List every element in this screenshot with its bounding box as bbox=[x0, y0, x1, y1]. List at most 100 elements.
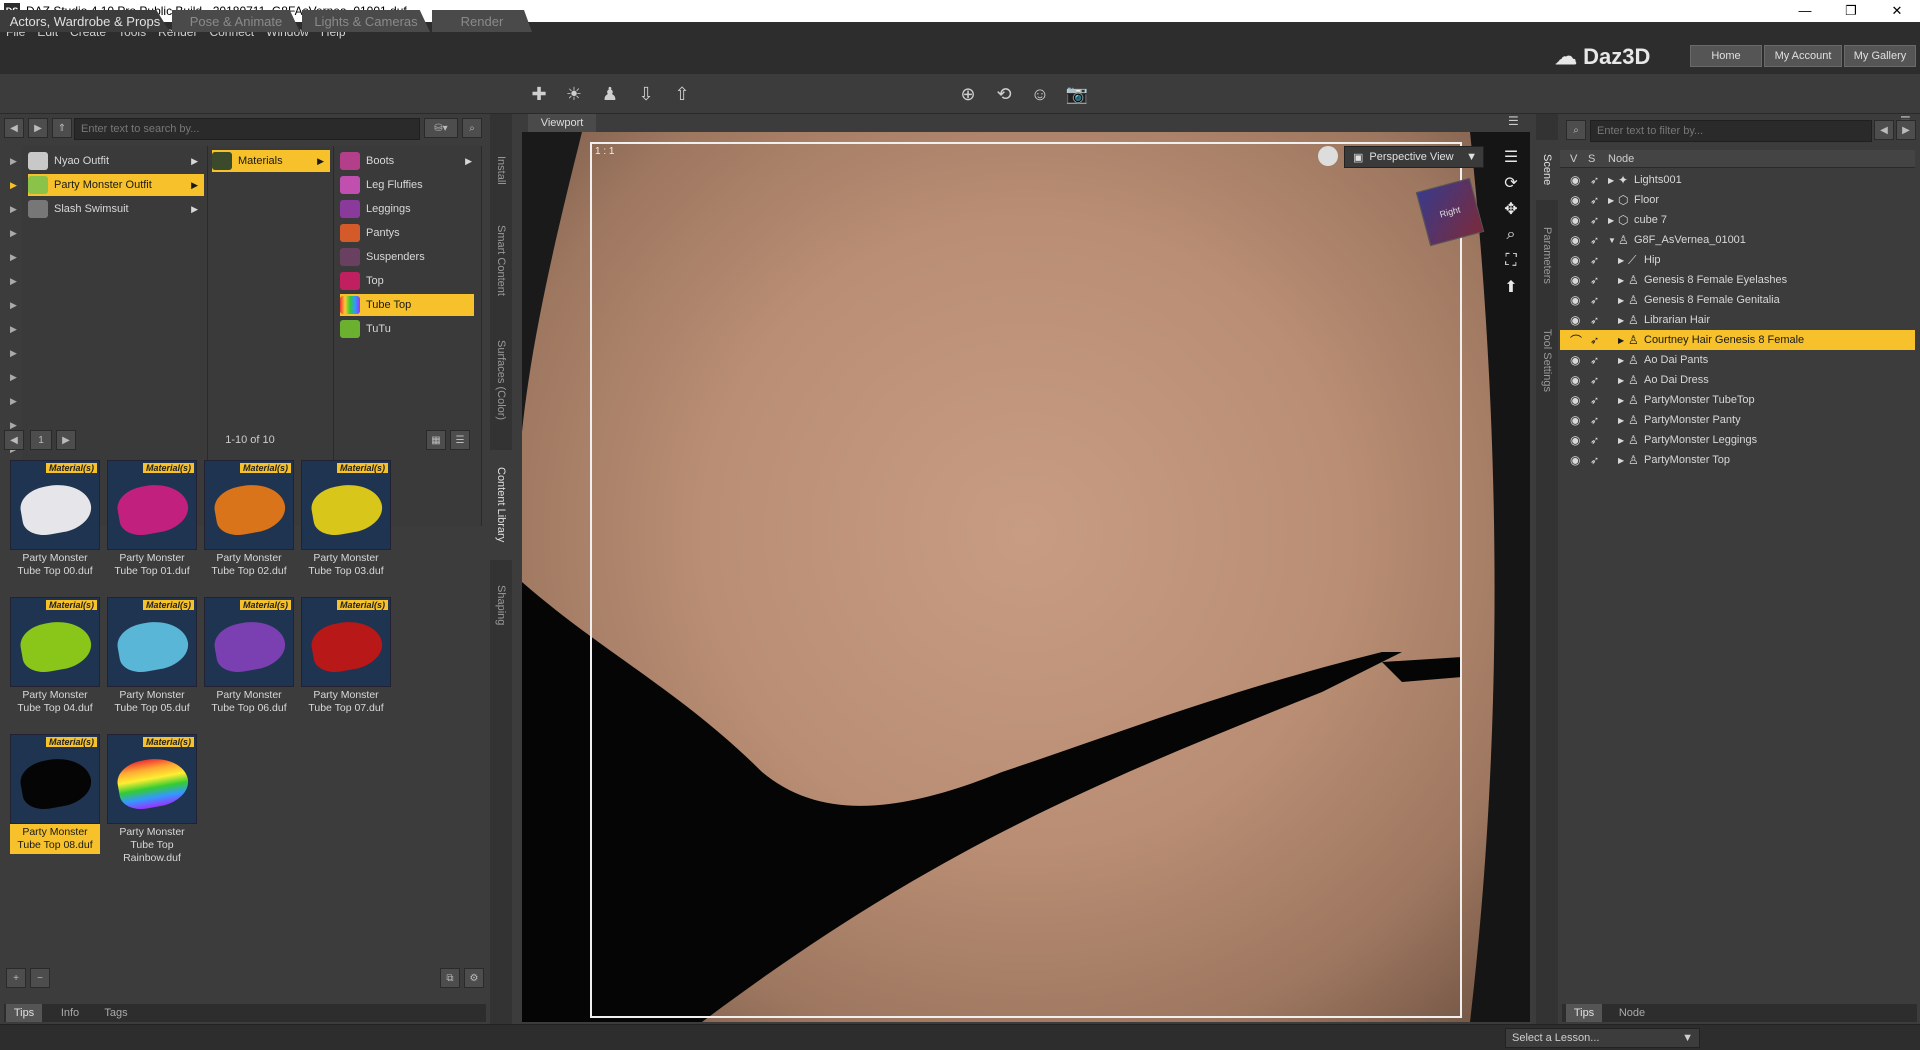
visibility-eye-icon[interactable]: ◉ bbox=[1570, 273, 1580, 287]
scene-node-row[interactable]: ◉ ➶ ▶ ♙ PartyMonster TubeTop bbox=[1560, 390, 1915, 410]
scene-node-row[interactable]: ◉ ➶ ▶ ♙ Genesis 8 Female Eyelashes bbox=[1560, 270, 1915, 290]
expand-arrow-icon[interactable]: ▶ bbox=[10, 324, 17, 335]
tab-node[interactable]: Node bbox=[1612, 1004, 1652, 1022]
scene-node-row[interactable]: ◉ ➶ ▶ ⟋ Hip bbox=[1560, 250, 1915, 270]
browse-item-tutu[interactable]: TuTu bbox=[340, 318, 478, 340]
list-view-icon[interactable]: ☰ bbox=[450, 430, 470, 450]
import-icon[interactable]: ⇩ bbox=[634, 82, 658, 106]
minimize-button[interactable]: — bbox=[1782, 3, 1828, 19]
perspective-view-dropdown[interactable]: ▣ Perspective View ▼ bbox=[1344, 146, 1484, 168]
selectable-cursor-icon[interactable]: ➶ bbox=[1590, 414, 1599, 427]
chevron-right-icon[interactable]: ▶ bbox=[1618, 396, 1624, 405]
asset-tile[interactable]: Material(s) Party Monster Tube Top 08.duf bbox=[10, 734, 100, 854]
figure-group-icon[interactable]: ♟ bbox=[598, 82, 622, 106]
vtab-install[interactable]: Install bbox=[490, 140, 512, 200]
export-icon[interactable]: ⇧ bbox=[670, 82, 694, 106]
chevron-right-icon[interactable]: ▶ bbox=[1618, 316, 1624, 325]
my-account-button[interactable]: My Account bbox=[1764, 45, 1842, 67]
vtab-tool-settings[interactable]: Tool Settings bbox=[1536, 315, 1558, 405]
chevron-right-icon[interactable]: ▶ bbox=[1618, 376, 1624, 385]
scene-node-row[interactable]: ◉ ➶ ▶ ♙ Ao Dai Pants bbox=[1560, 350, 1915, 370]
expand-arrow-icon[interactable]: ▶ bbox=[10, 156, 17, 167]
viewport-options-icon[interactable]: ☰ bbox=[1500, 146, 1522, 168]
asset-tile[interactable]: Material(s) Party Monster Tube Top Rainbo… bbox=[107, 734, 197, 865]
selectable-cursor-icon[interactable]: ➶ bbox=[1590, 374, 1599, 387]
vtab-smart-content[interactable]: Smart Content bbox=[490, 210, 512, 310]
browse-item-pantys[interactable]: Pantys bbox=[340, 222, 478, 244]
lesson-select[interactable]: Select a Lesson... ▼ bbox=[1505, 1028, 1700, 1048]
vtab-parameters[interactable]: Parameters bbox=[1536, 215, 1558, 295]
scene-node-row[interactable]: ◉ ➶ ▶ ♙ Genesis 8 Female Genitalia bbox=[1560, 290, 1915, 310]
asset-tile[interactable]: Material(s) Party Monster Tube Top 03.duf bbox=[301, 460, 391, 578]
scene-filter-input[interactable]: Enter text to filter by... bbox=[1590, 120, 1872, 142]
expand-arrow-icon[interactable]: ▶ bbox=[10, 276, 17, 287]
scene-node-row[interactable]: ◉ ➶ ▶ ♙ Ao Dai Dress bbox=[1560, 370, 1915, 390]
remove-icon[interactable]: − bbox=[30, 968, 50, 988]
tab-tags[interactable]: Tags bbox=[98, 1004, 134, 1022]
scene-node-row[interactable]: ◉ ➶ ▶ ♙ Librarian Hair bbox=[1560, 310, 1915, 330]
selectable-cursor-icon[interactable]: ➶ bbox=[1590, 194, 1599, 207]
asset-tile[interactable]: Material(s) Party Monster Tube Top 00.duf bbox=[10, 460, 100, 578]
filter-search-icon[interactable]: ⌕ bbox=[1566, 120, 1586, 140]
filter-next-icon[interactable]: ▶ bbox=[1896, 120, 1916, 140]
scene-node-row[interactable]: ◉ ➶ ▶ ♙ PartyMonster Leggings bbox=[1560, 430, 1915, 450]
visibility-eye-icon[interactable]: ⌒ bbox=[1570, 332, 1582, 349]
tab-scene-tips[interactable]: Tips bbox=[1566, 1004, 1602, 1022]
asset-tile[interactable]: Material(s) Party Monster Tube Top 04.duf bbox=[10, 597, 100, 715]
copy-icon[interactable]: ⧉ bbox=[440, 968, 460, 988]
visibility-eye-icon[interactable]: ◉ bbox=[1570, 433, 1580, 447]
asset-tile[interactable]: Material(s) Party Monster Tube Top 02.duf bbox=[204, 460, 294, 578]
visibility-eye-icon[interactable]: ◉ bbox=[1570, 373, 1580, 387]
page-number[interactable]: 1 bbox=[30, 430, 52, 450]
browse-item-party-monster-outfit[interactable]: Party Monster Outfit ▶ bbox=[28, 174, 204, 196]
scene-node-row[interactable]: ◉ ➶ ▶ ✦ Lights001 bbox=[1560, 170, 1915, 190]
visibility-eye-icon[interactable]: ◉ bbox=[1570, 413, 1580, 427]
lighting-preview-icon[interactable] bbox=[1318, 146, 1338, 166]
column-node[interactable]: Node bbox=[1608, 153, 1634, 165]
scene-node-row[interactable]: ◉ ➶ ▼ ♙ G8F_AsVernea_01001 bbox=[1560, 230, 1915, 250]
active-pose-icon[interactable]: ☺ bbox=[1028, 82, 1052, 106]
browse-item-materials[interactable]: Materials ▶ bbox=[212, 150, 330, 172]
browse-item-leg-fluffies[interactable]: Leg Fluffies bbox=[340, 174, 478, 196]
content-search-input[interactable]: Enter text to search by... bbox=[74, 118, 420, 140]
settings-icon[interactable]: ⚙ bbox=[464, 968, 484, 988]
selectable-cursor-icon[interactable]: ➶ bbox=[1590, 234, 1599, 247]
tab-lights-cameras[interactable]: Lights & Cameras bbox=[302, 10, 430, 32]
browse-item-suspenders[interactable]: Suspenders bbox=[340, 246, 478, 268]
rotate-tool-icon[interactable]: ⟲ bbox=[992, 82, 1016, 106]
vtab-shaping[interactable]: Shaping bbox=[490, 575, 512, 635]
expand-arrow-icon[interactable]: ▶ bbox=[10, 300, 17, 311]
tab-pose-animate[interactable]: Pose & Animate bbox=[172, 10, 300, 32]
selectable-cursor-icon[interactable]: ➶ bbox=[1590, 274, 1599, 287]
visibility-eye-icon[interactable]: ◉ bbox=[1570, 393, 1580, 407]
frame-icon[interactable]: ⛶ bbox=[1500, 250, 1522, 272]
browse-item-slash-swimsuit[interactable]: Slash Swimsuit ▶ bbox=[28, 198, 204, 220]
up-icon[interactable]: ⇑ bbox=[52, 118, 72, 138]
chevron-right-icon[interactable]: ▶ bbox=[1618, 256, 1624, 265]
browse-item-top[interactable]: Top bbox=[340, 270, 478, 292]
scene-node-row[interactable]: ◉ ➶ ▶ ♙ PartyMonster Top bbox=[1560, 450, 1915, 470]
database-icon[interactable]: ⛁▾ bbox=[424, 118, 458, 138]
chevron-right-icon[interactable]: ▶ bbox=[1618, 356, 1624, 365]
tab-tips[interactable]: Tips bbox=[6, 1004, 42, 1022]
asset-tile[interactable]: Material(s) Party Monster Tube Top 07.duf bbox=[301, 597, 391, 715]
browse-item-boots[interactable]: Boots ▶ bbox=[340, 150, 478, 172]
asset-tile[interactable]: Material(s) Party Monster Tube Top 01.duf bbox=[107, 460, 197, 578]
expand-arrow-icon[interactable]: ▶ bbox=[10, 228, 17, 239]
chevron-right-icon[interactable]: ▶ bbox=[1608, 176, 1614, 185]
chevron-right-icon[interactable]: ▶ bbox=[1618, 296, 1624, 305]
search-icon[interactable]: ⌕ bbox=[462, 118, 482, 138]
browse-item-nyao-outfit[interactable]: Nyao Outfit ▶ bbox=[28, 150, 204, 172]
visibility-eye-icon[interactable]: ◉ bbox=[1570, 173, 1580, 187]
scene-node-row[interactable]: ◉ ➶ ▶ ♙ PartyMonster Panty bbox=[1560, 410, 1915, 430]
close-button[interactable]: ✕ bbox=[1874, 3, 1920, 19]
chevron-down-icon[interactable]: ▼ bbox=[1608, 236, 1616, 245]
chevron-right-icon[interactable]: ▶ bbox=[1618, 436, 1624, 445]
visibility-eye-icon[interactable]: ◉ bbox=[1570, 453, 1580, 467]
chevron-right-icon[interactable]: ▶ bbox=[1608, 216, 1614, 225]
back-icon[interactable]: ◀ bbox=[4, 118, 24, 138]
expand-arrow-icon[interactable]: ▶ bbox=[10, 348, 17, 359]
add-prop-icon[interactable]: ✚ bbox=[527, 82, 551, 106]
visibility-eye-icon[interactable]: ◉ bbox=[1570, 313, 1580, 327]
chevron-right-icon[interactable]: ▶ bbox=[1618, 416, 1624, 425]
